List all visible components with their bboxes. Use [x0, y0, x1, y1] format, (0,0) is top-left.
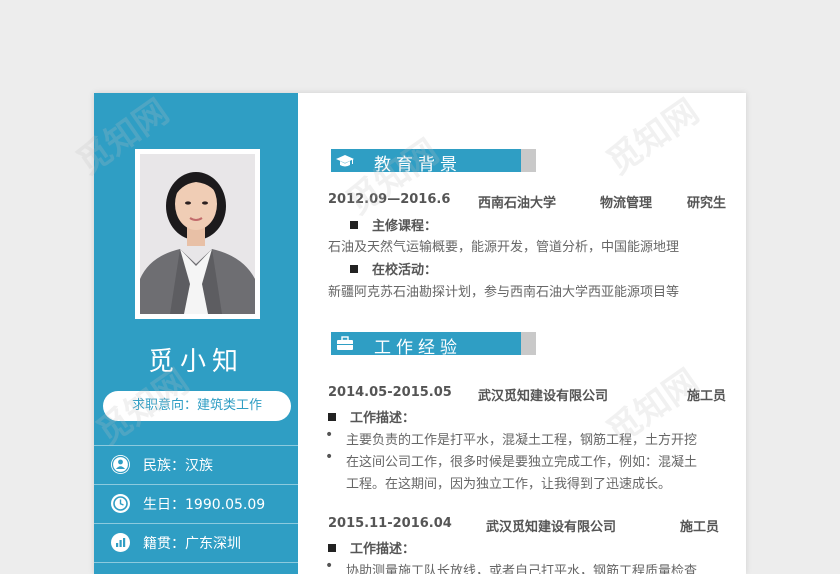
- job2-period: 2015.11-2016.04: [328, 516, 452, 531]
- info-birthday: 生日：1990.05.09: [143, 497, 266, 513]
- person-icon: [111, 455, 130, 474]
- info-ethnicity: 民族：汉族: [143, 458, 213, 474]
- job-intention-value: 建筑类工作: [197, 398, 263, 413]
- job2-bullet-1: 协助测量施工队长放线，或者自己打平水，钢筋工程质量检查: [346, 564, 698, 574]
- clock-icon: [111, 494, 130, 513]
- resume-page: 觅小知 求职意向：建筑类工作 民族：汉族 生日：1990.05.09 籍贯：广东…: [94, 93, 746, 574]
- job1-company: 武汉觅知建设有限公司: [478, 389, 609, 404]
- work-title: 工作经验: [374, 338, 462, 358]
- education-title: 教育背景: [374, 155, 462, 175]
- job-intention: 求职意向：建筑类工作: [103, 391, 291, 421]
- sidebar: 觅小知 求职意向：建筑类工作 民族：汉族 生日：1990.05.09 籍贯：广东…: [94, 93, 298, 574]
- job-intention-label: 求职意向：: [131, 398, 197, 413]
- square-bullet-icon: [328, 544, 336, 552]
- job2-desc-label: 工作描述：: [328, 538, 415, 557]
- bullet-dot-icon: •: [325, 449, 334, 465]
- job1-period: 2014.05-2015.05: [328, 385, 452, 400]
- photo-frame: [135, 149, 260, 319]
- job2-role: 施工员: [680, 520, 720, 535]
- bullet-dot-icon: •: [325, 427, 334, 443]
- courses-label: 主修课程：: [350, 215, 437, 234]
- info-row-next: [94, 562, 298, 574]
- job1-role: 施工员: [687, 389, 727, 404]
- education-major: 物流管理: [600, 196, 653, 211]
- info-hometown: 籍贯：广东深圳: [143, 536, 241, 552]
- job1-desc-label: 工作描述：: [328, 407, 415, 426]
- job1-bullet-2: 在这间公司工作，很多时候是要独立完成工作，例如：混凝土: [346, 455, 698, 470]
- profile-photo: [140, 154, 255, 314]
- job1-bullet-1: 主要负责的工作是打平水，混凝土工程，钢筋工程，土方开挖: [346, 433, 698, 448]
- job1-bullet-3: 工程。在这期间，因为独立工作，让我得到了迅速成长。: [346, 477, 672, 492]
- courses-text: 石油及天然气运输概要，能源开发，管道分析，中国能源地理: [328, 240, 680, 255]
- info-row-hometown: 籍贯：广东深圳: [94, 523, 298, 561]
- education-degree: 研究生: [687, 196, 727, 211]
- square-bullet-icon: [350, 265, 358, 273]
- candidate-name: 觅小知: [147, 347, 244, 377]
- info-row-birthday: 生日：1990.05.09: [94, 484, 298, 522]
- square-bullet-icon: [350, 221, 358, 229]
- education-period: 2012.09—2016.6: [328, 192, 451, 207]
- square-bullet-icon: [328, 413, 336, 421]
- info-row-ethnicity: 民族：汉族: [94, 445, 298, 483]
- bar-chart-icon: [111, 533, 130, 552]
- job2-company: 武汉觅知建设有限公司: [486, 520, 617, 535]
- briefcase-icon: [335, 335, 355, 352]
- activities-label: 在校活动：: [350, 259, 437, 278]
- graduation-cap-icon: [335, 152, 355, 169]
- main-content: 教育背景 2012.09—2016.6 西南石油大学 物流管理 研究生 主修课程…: [298, 93, 746, 574]
- education-header: 教育背景: [331, 149, 536, 175]
- education-school: 西南石油大学: [478, 196, 557, 211]
- work-header: 工作经验: [331, 332, 536, 358]
- activities-text: 新疆阿克苏石油勘探计划，参与西南石油大学西亚能源项目等: [328, 285, 680, 300]
- bullet-dot-icon: •: [325, 558, 334, 574]
